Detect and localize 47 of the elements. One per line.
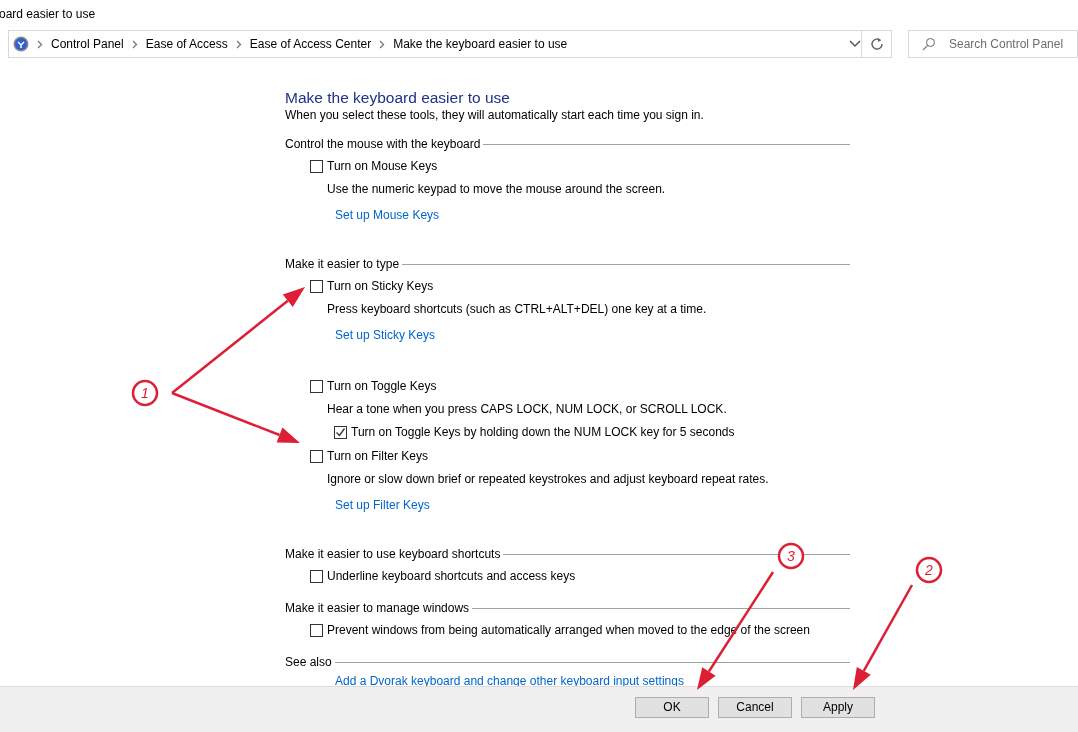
dialog-button[interactable]: Cancel (718, 697, 792, 718)
checkbox-label[interactable]: Turn on Filter Keys (327, 447, 428, 465)
checkbox[interactable] (310, 159, 323, 173)
description-text: Press keyboard shortcuts (such as CTRL+ALT+DEL) one key at a time. (327, 301, 708, 318)
section-title: Make it easier to manage windows (285, 600, 470, 617)
description-text: Ignore or slow down brief or repeated keystrokes and adjust keyboard repeat rates. (327, 471, 770, 488)
chevron-icon (235, 39, 242, 49)
chevron-icon (379, 39, 386, 49)
description-text: Hear a tone when you press CAPS LOCK, NUM LOCK, or SCROLL LOCK. (327, 401, 728, 418)
checkbox[interactable] (310, 379, 323, 393)
checkbox-label[interactable]: Turn on Toggle Keys (327, 377, 437, 395)
breadcrumb-link[interactable]: Ease of Access Center (249, 35, 372, 53)
control-panel-icon[interactable] (13, 36, 29, 52)
checkbox[interactable] (334, 425, 347, 439)
setup-link[interactable]: Set up Mouse Keys (335, 207, 440, 223)
description-text: Use the numeric keypad to move the mouse around the screen. (327, 181, 667, 198)
checkbox[interactable] (310, 623, 323, 637)
setup-link[interactable]: Set up Filter Keys (335, 497, 430, 513)
breadcrumb-link[interactable]: Control Panel (51, 35, 124, 53)
dropdown-icon[interactable] (849, 40, 861, 48)
checkbox[interactable] (310, 279, 323, 293)
checkbox-label[interactable]: Turn on Toggle Keys by holding down the NUM LOCK key for 5 seconds (351, 423, 735, 441)
dialog-button[interactable]: Apply (801, 697, 875, 718)
section-title: Make it easier to use keyboard shortcuts (285, 546, 501, 563)
search-icon (922, 37, 936, 51)
page-heading: Make the keyboard easier to use (285, 88, 511, 107)
search-field[interactable]: Search Control Panel (908, 30, 1078, 58)
chevron-icon (37, 39, 43, 49)
callout-number: 1 (131, 379, 159, 407)
checkbox-label[interactable]: Underline keyboard shortcuts and access keys (327, 567, 576, 585)
breadcrumb-link[interactable]: Ease of Access (145, 35, 228, 53)
callout-number: 3 (777, 542, 805, 570)
checkbox[interactable] (310, 569, 323, 583)
checkbox[interactable] (310, 449, 323, 463)
dialog-button[interactable]: OK (635, 697, 709, 718)
refresh-icon[interactable] (869, 37, 884, 51)
intro-text: When you select these tools, they will automatically start each time you sign in. (285, 107, 705, 123)
window-title: oard easier to use (0, 6, 97, 23)
chevron-icon (131, 39, 138, 49)
callout-number: 2 (915, 556, 943, 584)
checkbox-label[interactable]: Turn on Mouse Keys (327, 157, 438, 175)
breadcrumb-link[interactable]: Make the keyboard easier to use (393, 35, 568, 53)
setup-link[interactable]: Set up Sticky Keys (335, 327, 436, 343)
section-title: Control the mouse with the keyboard (285, 136, 481, 153)
section-title: Make it easier to type (285, 256, 400, 273)
checkbox-label[interactable]: Turn on Sticky Keys (327, 277, 434, 295)
section-title: See also (285, 654, 332, 671)
